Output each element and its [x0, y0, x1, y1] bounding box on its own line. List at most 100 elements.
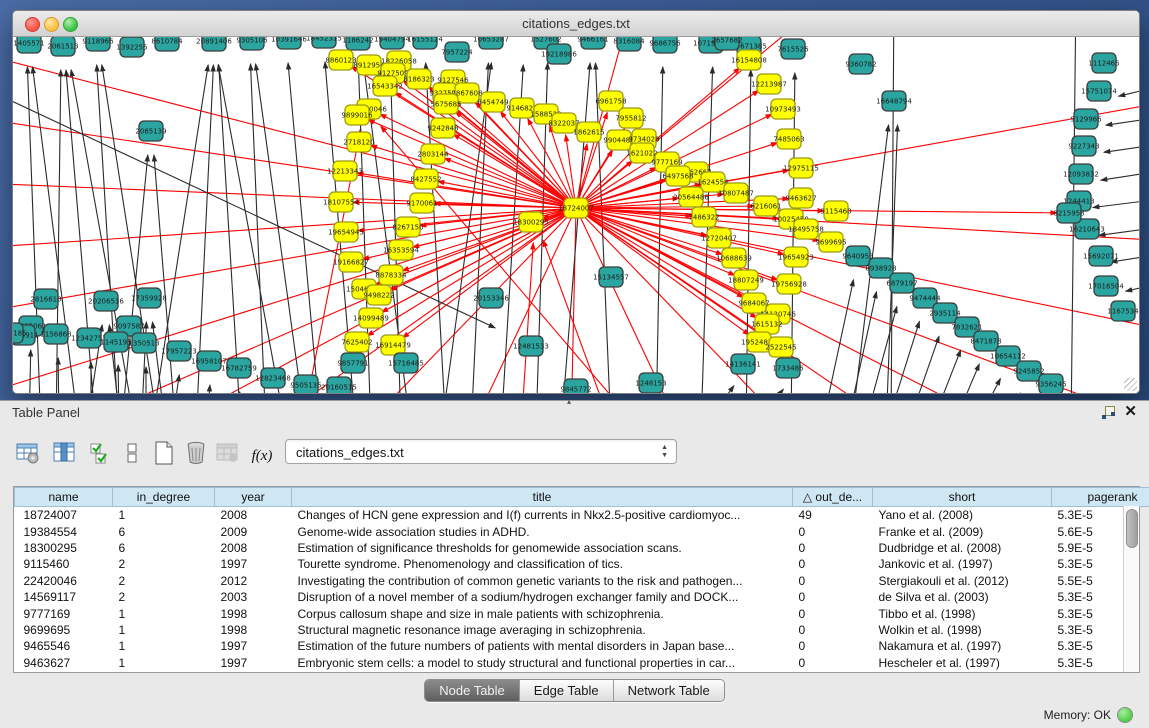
graph-node-label: 20564486: [673, 194, 709, 202]
scrollbar-thumb[interactable]: [1126, 509, 1138, 548]
table-cell: Wolkin et al. (1998): [873, 622, 1052, 638]
graph-node-label: 2657682: [711, 37, 742, 45]
citation-edge-black[interactable]: [219, 65, 241, 393]
column-header-pagerank[interactable]: pagerank: [1052, 488, 1149, 507]
column-header-title[interactable]: title: [292, 488, 793, 507]
graph-node-label: 14136141: [725, 361, 761, 369]
network-window[interactable]: citations_edges.txt 14055712061513911896…: [12, 10, 1140, 394]
graph-node-label: 10688639: [716, 255, 752, 263]
graph-node-label: 6879197: [886, 280, 917, 288]
graph-node-label: 2803144: [417, 151, 449, 159]
table-cell: Changes of HCN gene expression and I(f) …: [292, 507, 793, 524]
table-cell: 1: [113, 638, 215, 654]
citation-edge-black[interactable]: [1101, 171, 1139, 180]
table-row[interactable]: 2242004622012Investigating the contribut…: [15, 573, 1149, 589]
graph-node-label: 12213987: [751, 81, 787, 89]
graph-node-label: 19166827: [333, 259, 369, 267]
column-header-year[interactable]: year: [215, 488, 292, 507]
citation-edge-black[interactable]: [951, 364, 979, 393]
citation-edge-black[interactable]: [29, 350, 31, 393]
table-options-button[interactable]: [14, 439, 42, 467]
status-bar: Memory: OK: [0, 702, 1149, 728]
table-cell: 0: [793, 540, 873, 556]
column-header-out_de[interactable]: △ out_de...: [793, 488, 873, 507]
citation-edge-black[interactable]: [1099, 227, 1139, 235]
citation-edge-red[interactable]: [13, 41, 576, 208]
graph-node-label: 2935114: [929, 310, 961, 318]
citation-edge-black[interactable]: [1093, 199, 1139, 208]
citation-edge-black[interactable]: [206, 385, 210, 393]
citation-edge-black[interactable]: [701, 386, 734, 393]
graph-node-label: 18452315: [306, 37, 342, 43]
graph-node-label: 8322037: [548, 120, 579, 128]
graph-node-label: 12720407: [701, 235, 737, 243]
tab-network-table[interactable]: Network Table: [614, 680, 724, 701]
citation-edge-black[interactable]: [1119, 86, 1139, 96]
graph-node-label: 14099489: [353, 315, 389, 323]
table-row[interactable]: 1872400712008Changes of HCN gene express…: [15, 507, 1149, 524]
citation-edge-black[interactable]: [1126, 283, 1139, 291]
table-cell: Corpus callosum shape and size in male p…: [292, 605, 793, 621]
table-row[interactable]: 969969511998Structural magnetic resonanc…: [15, 622, 1149, 638]
function-builder-button[interactable]: f(x): [248, 442, 276, 470]
window-resize-grip[interactable]: [1124, 378, 1137, 391]
network-canvas[interactable]: 1405571206151391189661392255861078420891…: [13, 37, 1139, 393]
citation-edge-red[interactable]: [576, 208, 1139, 393]
table-cell: Tourette syndrome. Phenomenology and cla…: [292, 556, 793, 572]
delete-entries-button[interactable]: [182, 439, 210, 467]
citation-edge-black[interactable]: [288, 63, 321, 393]
citation-edge-red[interactable]: [521, 243, 533, 393]
tab-node-table[interactable]: Node Table: [425, 680, 520, 701]
window-titlebar[interactable]: citations_edges.txt: [13, 11, 1139, 37]
graph-node-label: 10653287: [473, 37, 509, 44]
delete-table-button[interactable]: [214, 439, 242, 467]
table-cell: 9699695: [15, 622, 113, 638]
citation-edge-black[interactable]: [906, 336, 939, 393]
citation-edge-black[interactable]: [656, 67, 663, 393]
graph-node-label: 9356245: [1035, 381, 1066, 389]
graph-node-label: 8878334: [375, 272, 407, 280]
create-column-button[interactable]: [150, 439, 178, 467]
column-header-short[interactable]: short: [873, 488, 1052, 507]
table-row[interactable]: 1830029562008Estimation of significance …: [15, 540, 1149, 556]
table-cell: Jankovic et al. (1997): [873, 556, 1052, 572]
table-toolbar: f(x) citations_edges.txt ▲▼: [0, 437, 1149, 473]
citation-edge-black[interactable]: [973, 379, 1000, 393]
graph-node-label: 19218986: [541, 51, 577, 59]
citation-edge-black[interactable]: [152, 322, 166, 393]
table-cell: 2: [113, 556, 215, 572]
citation-edge-black[interactable]: [846, 292, 876, 393]
graph-node-label: 8186323: [403, 76, 434, 84]
citation-edge-black[interactable]: [1104, 144, 1139, 152]
column-header-in_degree[interactable]: in_degree: [113, 488, 215, 507]
network-graph[interactable]: 1405571206151391189661392255861078420891…: [13, 37, 1139, 393]
table-row[interactable]: 946362711997Embryonic stem cells: a mode…: [15, 655, 1149, 671]
citation-edge-black[interactable]: [236, 392, 240, 393]
table-scrollbar[interactable]: [1123, 506, 1139, 672]
table-row[interactable]: 1938455462009Genome-wide association stu…: [15, 523, 1149, 539]
citation-edge-black[interactable]: [929, 350, 961, 393]
show-columns-button[interactable]: [50, 439, 78, 467]
graph-node-label: 9115460: [820, 208, 851, 216]
citation-edge-black[interactable]: [118, 365, 119, 393]
float-panel-icon[interactable]: [1102, 406, 1115, 419]
table-row[interactable]: 977716911998Corpus callosum shape and si…: [15, 605, 1149, 621]
citation-edge-black[interactable]: [58, 358, 59, 393]
graph-node-label: 9466161: [577, 37, 608, 44]
citation-edge-black[interactable]: [1106, 117, 1139, 125]
column-header-name[interactable]: name: [15, 488, 113, 507]
close-panel-icon[interactable]: ✕: [1124, 404, 1137, 420]
table-selector-dropdown[interactable]: citations_edges.txt ▲▼: [285, 439, 677, 464]
tab-edge-table[interactable]: Edge Table: [520, 680, 614, 701]
citation-edge-black[interactable]: [196, 65, 213, 393]
citation-edge-red[interactable]: [453, 134, 576, 208]
unselect-all-button[interactable]: [118, 439, 146, 467]
table-row[interactable]: 1456911722003Disruption of a novel membe…: [15, 589, 1149, 605]
citation-edge-red[interactable]: [13, 111, 576, 208]
graph-node-label: 15751074: [1081, 88, 1117, 96]
table-row[interactable]: 946554611997Estimation of the future num…: [15, 638, 1149, 654]
select-all-button[interactable]: [86, 439, 114, 467]
citation-edge-red[interactable]: [380, 114, 576, 208]
table-cell: 1997: [215, 556, 292, 572]
table-row[interactable]: 911546021997Tourette syndrome. Phenomeno…: [15, 556, 1149, 572]
